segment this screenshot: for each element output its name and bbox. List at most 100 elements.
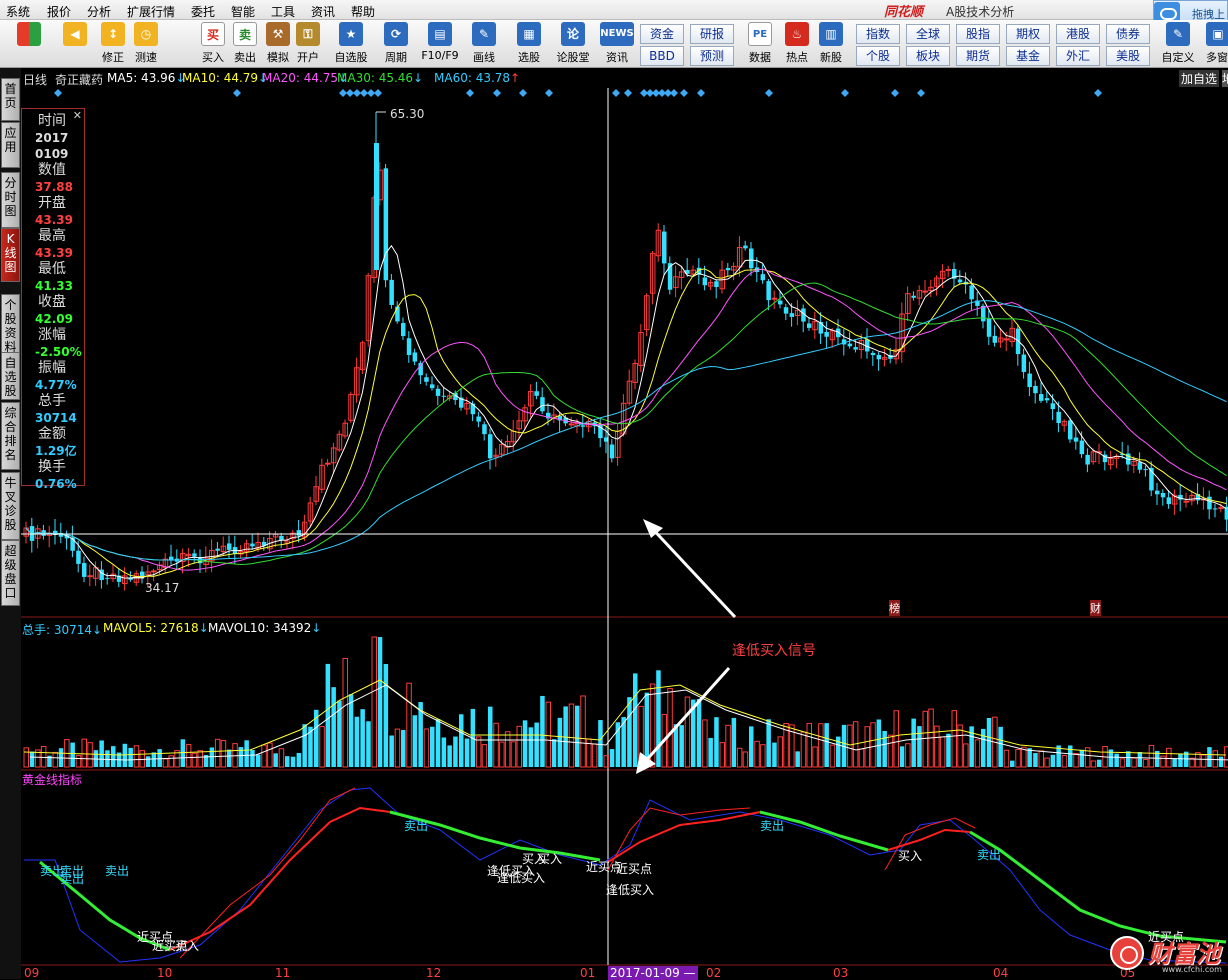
finance-tag[interactable]: 财 (1090, 600, 1101, 616)
grid-btn-bond[interactable]: 债券 (1106, 24, 1150, 44)
x-tick-01: 01 (580, 966, 596, 980)
candle-down (662, 231, 667, 264)
grid-btn-forex[interactable]: 外汇 (1056, 46, 1100, 66)
grid-btn-global[interactable]: 全球 (906, 24, 950, 44)
volume-bar (342, 657, 348, 768)
volume-bar (922, 710, 928, 768)
volume-label: 总手: 30714↓ (22, 623, 103, 637)
timer-tool[interactable]: ◷ 测速 (134, 22, 158, 65)
f10-tool[interactable]: ▤ F10/F9 (420, 22, 460, 62)
grid-btn-futures[interactable]: 期货 (956, 46, 1000, 66)
volume-bar (377, 637, 383, 767)
volume-bar (1212, 750, 1218, 768)
chart-area[interactable] (21, 68, 1228, 979)
indicator-signal-label: 卖出 (977, 848, 1002, 862)
volume-bar (946, 733, 951, 767)
menu-news[interactable]: 资讯 (311, 3, 335, 20)
volume-bar (371, 636, 377, 768)
volume-bar (267, 742, 273, 768)
volume-bar (1027, 748, 1032, 767)
volume-bar (795, 751, 800, 767)
buy-tool[interactable]: 买买入 (201, 22, 225, 65)
draw-tool[interactable]: ✎ 画线 (470, 22, 498, 65)
kline-chart-svg[interactable] (21, 68, 1228, 979)
menu-analysis[interactable]: 分析 (87, 3, 111, 20)
menu-quote[interactable]: 报价 (47, 3, 71, 20)
volume-bar (858, 748, 865, 768)
volume-bar (256, 754, 261, 767)
grid-btn-sector[interactable]: 板块 (906, 46, 950, 66)
tool-label: 模拟 (267, 51, 289, 64)
event-diamond (360, 89, 368, 97)
volume-bar (742, 751, 749, 768)
tool-label: 数据 (749, 51, 771, 64)
menu-extended-quote[interactable]: 扩展行情 (127, 3, 175, 20)
grid-btn-stock[interactable]: 个股 (856, 46, 900, 66)
grid-btn-fund[interactable]: 资金 (640, 24, 684, 44)
candle-up (1183, 500, 1189, 503)
grid-btn-fund2[interactable]: 基金 (1006, 46, 1050, 66)
volume-bar (714, 717, 719, 767)
news-tool[interactable]: NEWS 资讯 (600, 22, 634, 65)
volume-bar (475, 736, 482, 768)
grid-btn-bbd[interactable]: BBD (640, 46, 684, 66)
grid-btn-hk[interactable]: 港股 (1056, 24, 1100, 44)
volume-bar (1090, 760, 1097, 768)
screener-tool[interactable]: ▦ 选股 (515, 22, 543, 65)
sidebar-item-kline[interactable]: K线图 (1, 228, 20, 282)
multiwin-tool[interactable]: ▣ 多窗 (1206, 22, 1228, 65)
menu-system[interactable]: 系统 (6, 3, 30, 20)
menu-trade[interactable]: 委托 (191, 3, 215, 20)
sidebar-item-intraday[interactable]: 分时图 (1, 172, 20, 228)
grid-btn-us[interactable]: 美股 (1106, 46, 1150, 66)
info-key: 金额 (38, 426, 66, 442)
sidebar-item-profile[interactable]: 个股资料 (1, 294, 20, 356)
volume-bar (459, 714, 464, 767)
candle-up (945, 269, 952, 272)
candle-down (1207, 496, 1212, 510)
volume-bar (105, 750, 110, 767)
sell-tool[interactable]: 卖卖出 (233, 22, 257, 65)
simulate-tool[interactable]: ⚒ 模拟 (266, 22, 290, 65)
info-key: 数值 (38, 162, 66, 178)
volume-bar (488, 706, 493, 767)
open-account-tool[interactable]: ⚿ 开户 (296, 22, 320, 65)
ranking-tag[interactable]: 榜 (889, 600, 900, 616)
volume-bar (23, 747, 29, 768)
custom-tool[interactable]: ✎ 自定义 (1160, 22, 1196, 65)
forum-tool[interactable]: 论论股堂 (555, 22, 591, 65)
grid-btn-stock-index[interactable]: 股指 (956, 24, 1000, 44)
refresh-tool[interactable]: ↕ 修正 (101, 22, 125, 65)
sidebar-item-watchlist[interactable]: 自选股 (1, 352, 20, 400)
extra-button[interactable]: 地 (1222, 70, 1228, 87)
data-tool[interactable]: PE 数据 (748, 22, 772, 65)
logo-tool[interactable] (17, 22, 41, 49)
tool-label: 选股 (518, 51, 540, 64)
back-tool[interactable]: ◀ (63, 22, 87, 49)
menu-smart[interactable]: 智能 (231, 3, 255, 20)
ipo-tool[interactable]: ▥ 新股 (819, 22, 843, 65)
x-tick-12: 12 (426, 966, 442, 980)
sidebar-item-diagnosis[interactable]: 牛叉诊股 (1, 472, 20, 540)
sidebar-item-apps[interactable]: 应用 (1, 122, 20, 168)
event-diamond (493, 89, 501, 97)
menu-help[interactable]: 帮助 (351, 3, 375, 20)
sidebar-item-home[interactable]: 首页 (1, 78, 20, 121)
hot-tool[interactable]: ♨ 热点 (785, 22, 809, 65)
grid-btn-index[interactable]: 指数 (856, 24, 900, 44)
sidebar-item-level2[interactable]: 超级盘口 (1, 540, 20, 606)
tool-label: 论股堂 (556, 51, 590, 64)
add-watchlist-button[interactable]: 加自选 (1179, 70, 1220, 87)
period-tool[interactable]: ⟳ 周期 (380, 22, 412, 65)
menu-tools[interactable]: 工具 (271, 3, 295, 20)
volume-bar (87, 742, 93, 768)
grid-btn-forecast[interactable]: 预测 (690, 46, 734, 66)
watchlist-tool[interactable]: ★ 自选股 (333, 22, 369, 65)
grid-btn-options[interactable]: 期权 (1006, 24, 1050, 44)
candle-down (435, 388, 441, 396)
candle-down (215, 548, 220, 551)
grid-btn-report[interactable]: 研报 (690, 24, 734, 44)
data-icon: PE (748, 22, 772, 46)
volume-bar (401, 730, 406, 767)
sidebar-item-ranking[interactable]: 综合排名 (1, 402, 20, 470)
